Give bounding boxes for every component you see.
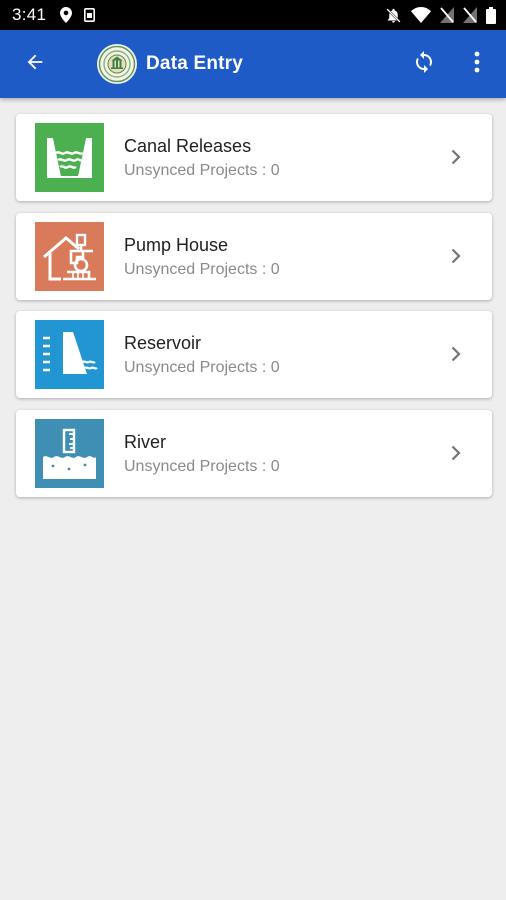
chevron-right-icon [446,344,466,364]
unsynced-count: Unsynced Projects : 0 [124,162,280,179]
sync-icon [412,50,436,79]
status-time: 3:41 [12,5,47,24]
status-bar: 3:41 [0,0,506,30]
reservoir-icon [35,320,104,389]
signal-off-icon [440,7,454,23]
more-vert-icon [474,51,480,78]
app-logo [97,44,137,84]
category-list: Canal Releases Unsynced Projects : 0 Pum… [16,114,492,508]
chevron-right-icon [446,147,466,167]
sync-button[interactable] [400,30,448,98]
unsynced-count: Unsynced Projects : 0 [124,457,280,475]
chevron-right-icon [446,246,466,266]
battery-icon [486,6,496,24]
list-item-river[interactable]: River Unsynced Projects : 0 [16,409,492,497]
unsynced-count: Unsynced Projects : 0 [124,359,280,376]
emblem-icon [98,45,136,83]
list-item-title: Reservoir [124,333,202,353]
chevron-right-icon [446,443,466,463]
list-item-reservoir[interactable]: Reservoir Unsynced Projects : 0 [16,311,492,398]
app-bar: Data Entry [0,30,506,98]
river-icon [35,418,104,488]
notifications-off-icon [385,7,402,24]
back-button[interactable] [0,30,70,98]
wifi-icon [411,7,431,23]
unsynced-count: Unsynced Projects : 0 [124,260,280,278]
list-item-pump-house[interactable]: Pump House Unsynced Projects : 0 [16,212,492,300]
list-item-title: Canal Releases [124,136,252,156]
page-title: Data Entry [146,53,244,74]
arrow-back-icon [24,51,46,78]
list-item-title: River [124,431,167,452]
list-item-canal-releases[interactable]: Canal Releases Unsynced Projects : 0 [16,114,492,201]
location-icon [60,7,73,23]
list-item-title: Pump House [124,234,229,255]
more-options-button[interactable] [448,30,506,98]
signal-off-icon [463,7,477,23]
sim-icon [84,8,96,22]
pump-house-icon [35,221,104,291]
canal-icon [35,123,104,192]
